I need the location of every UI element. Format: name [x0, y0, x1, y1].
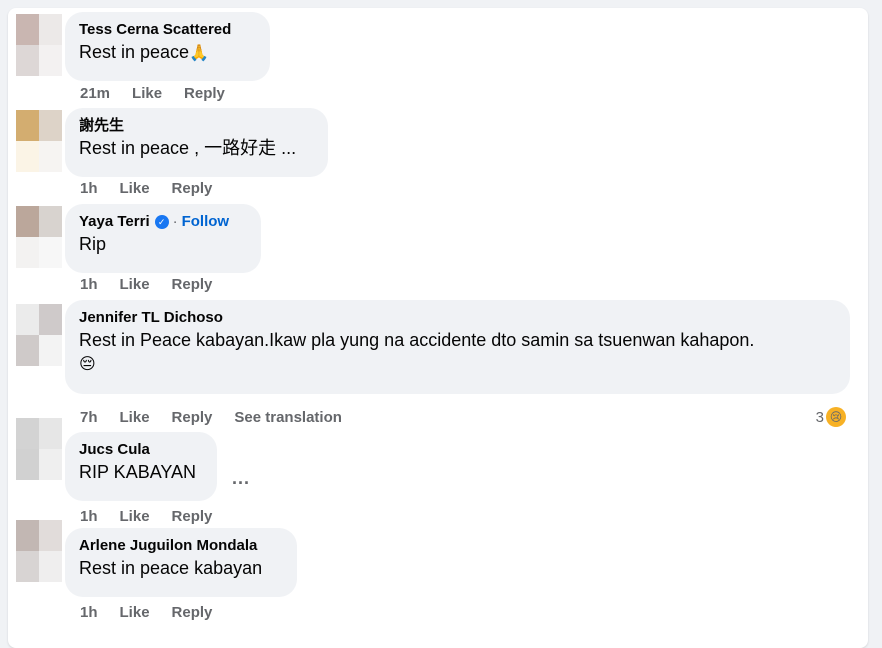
like-button[interactable]: Like: [120, 604, 150, 621]
avatar[interactable]: [16, 520, 62, 582]
reply-button[interactable]: Reply: [172, 276, 213, 293]
avatar-pixel: [39, 520, 62, 551]
comment-item: Jennifer TL Dichoso Rest in Peace kabaya…: [8, 296, 868, 427]
comment-actions: 1h Like Reply: [80, 180, 234, 197]
like-button[interactable]: Like: [120, 508, 150, 525]
comment-item: 謝先生 Rest in peace , 一路好走 ... 1h Like Rep…: [8, 104, 868, 200]
comment-text: Rest in peace kabayan: [79, 558, 263, 578]
comment-time[interactable]: 21m: [80, 85, 110, 102]
avatar-pixel: [16, 110, 39, 141]
comments-panel: Tess Cerna Scattered Rest in peace🙏 21m …: [8, 8, 868, 648]
comment-time[interactable]: 1h: [80, 604, 98, 621]
avatar-pixel: [16, 335, 39, 366]
comment-bubble: Yaya Terri ✓ · Follow Rip: [65, 204, 261, 273]
praying-hands-icon: 🙏: [189, 43, 209, 62]
comment-text: RIP KABAYAN: [79, 462, 197, 482]
comment-time[interactable]: 1h: [80, 180, 98, 197]
avatar-pixel: [39, 14, 62, 45]
reply-button[interactable]: Reply: [172, 409, 213, 426]
see-translation-link[interactable]: See translation: [234, 409, 342, 426]
comment-bubble: 謝先生 Rest in peace , 一路好走 ...: [65, 108, 328, 177]
like-button[interactable]: Like: [120, 276, 150, 293]
avatar[interactable]: [16, 304, 62, 366]
comment-actions: 1h Like Reply: [80, 604, 234, 621]
reaction-summary[interactable]: 3 😢: [816, 407, 846, 427]
avatar-pixel: [39, 335, 62, 366]
comment-item: Yaya Terri ✓ · Follow Rip 1h Like Reply: [8, 200, 868, 296]
comment-actions: 21m Like Reply: [80, 85, 247, 102]
reply-button[interactable]: Reply: [172, 604, 213, 621]
avatar-pixel: [16, 45, 39, 76]
reply-button[interactable]: Reply: [172, 508, 213, 525]
commenter-name-row: Yaya Terri ✓ · Follow: [79, 212, 247, 232]
comment-time[interactable]: 1h: [80, 508, 98, 525]
commenter-name[interactable]: Jennifer TL Dichoso: [79, 308, 836, 328]
comment-text: Rest in peace , 一路好走 ...: [79, 138, 297, 158]
comment-text: Rip: [79, 234, 107, 254]
comment-bubble: Jennifer TL Dichoso Rest in Peace kabaya…: [65, 300, 850, 394]
commenter-name[interactable]: Jucs Cula: [79, 440, 203, 460]
comment-time[interactable]: 1h: [80, 276, 98, 293]
follow-button[interactable]: Follow: [182, 212, 230, 232]
commenter-name[interactable]: Yaya Terri: [79, 212, 150, 232]
comment-text: Rest in Peace kabayan.Ikaw pla yung na a…: [79, 330, 755, 350]
comment-item: Jucs Cula RIP KABAYAN ... 1h Like Reply: [8, 418, 868, 525]
avatar-pixel: [16, 449, 39, 480]
more-options-icon[interactable]: ...: [232, 468, 250, 489]
like-button[interactable]: Like: [132, 85, 162, 102]
avatar-pixel: [39, 110, 62, 141]
comment-item: Tess Cerna Scattered Rest in peace🙏 21m …: [8, 8, 868, 104]
reply-button[interactable]: Reply: [184, 85, 225, 102]
commenter-name[interactable]: Tess Cerna Scattered: [79, 20, 256, 40]
avatar-pixel: [16, 520, 39, 551]
avatar-pixel: [16, 237, 39, 268]
avatar-pixel: [39, 141, 62, 172]
avatar-pixel: [16, 141, 39, 172]
avatar-pixel: [16, 418, 39, 449]
avatar[interactable]: [16, 206, 62, 268]
avatar[interactable]: [16, 14, 62, 76]
avatar-pixel: [16, 206, 39, 237]
avatar-pixel: [39, 237, 62, 268]
avatar-pixel: [16, 14, 39, 45]
comment-actions: 1h Like Reply: [80, 508, 234, 525]
like-button[interactable]: Like: [120, 180, 150, 197]
pensive-face-icon: 😔: [79, 354, 96, 373]
comment-text: Rest in peace🙏: [79, 40, 256, 65]
reaction-count: 3: [815, 408, 824, 426]
avatar-pixel: [16, 304, 39, 335]
comment-text-body: Rest in peace: [79, 42, 190, 62]
comment-time[interactable]: 7h: [80, 409, 98, 426]
comment-actions: 7h Like Reply See translation: [80, 409, 364, 426]
commenter-name[interactable]: 謝先生: [79, 116, 314, 136]
avatar-pixel: [39, 418, 62, 449]
avatar[interactable]: [16, 110, 62, 172]
avatar[interactable]: [16, 418, 62, 480]
sad-face-icon: 😢: [826, 407, 846, 427]
avatar-pixel: [39, 45, 62, 76]
avatar-pixel: [39, 206, 62, 237]
avatar-pixel: [39, 304, 62, 335]
like-button[interactable]: Like: [120, 409, 150, 426]
comment-bubble: Jucs Cula RIP KABAYAN: [65, 432, 217, 501]
commenter-name[interactable]: Arlene Juguilon Mondala: [79, 536, 283, 556]
avatar-pixel: [16, 551, 39, 582]
comment-bubble: Tess Cerna Scattered Rest in peace🙏: [65, 12, 270, 81]
separator-dot: ·: [172, 213, 178, 230]
comment-item: Arlene Juguilon Mondala Rest in peace ka…: [8, 520, 868, 624]
verified-badge-icon: ✓: [154, 215, 169, 229]
comment-actions: 1h Like Reply: [80, 276, 234, 293]
avatar-pixel: [39, 551, 62, 582]
comment-bubble: Arlene Juguilon Mondala Rest in peace ka…: [65, 528, 297, 597]
reply-button[interactable]: Reply: [172, 180, 213, 197]
avatar-pixel: [39, 449, 62, 480]
